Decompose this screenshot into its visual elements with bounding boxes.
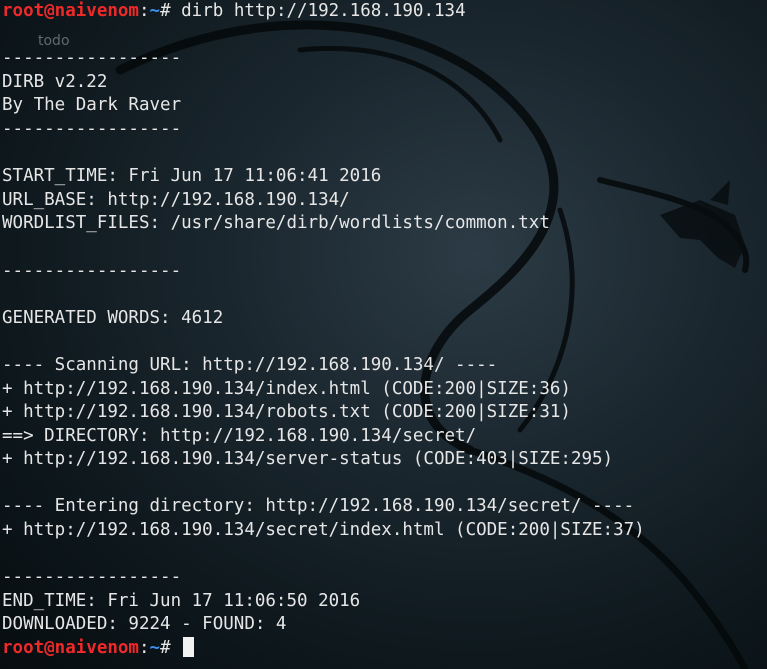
output-line: ==> DIRECTORY: http://192.168.190.134/se…: [2, 425, 477, 446]
output-line: WORDLIST_FILES: /usr/share/dirb/wordlist…: [2, 213, 550, 234]
text-cursor: [183, 637, 195, 658]
terminal-output: root@naivenom:~# dirb http://192.168.190…: [2, 0, 767, 661]
output-line: URL_BASE: http://192.168.190.134/: [2, 189, 350, 210]
output-line: -----------------: [2, 567, 182, 588]
output-line: -----------------: [2, 118, 182, 139]
output-line: ---- Scanning URL: http://192.168.190.13…: [2, 354, 498, 375]
prompt-colon: :: [138, 638, 150, 659]
prompt-user-host: root@naivenom: [2, 1, 139, 21]
output-line: DOWNLOADED: 9224 - FOUND: 4: [2, 614, 287, 635]
output-line: + http://192.168.190.134/index.html (COD…: [2, 378, 571, 399]
prompt-path: ~: [149, 1, 161, 21]
output-line: By The Dark Raver: [2, 95, 182, 116]
output-line: GENERATED WORDS: 4612: [2, 307, 224, 328]
command-text: dirb http://192.168.190.134: [170, 1, 466, 21]
output-line: END_TIME: Fri Jun 17 11:06:50 2016: [2, 590, 361, 611]
output-line: -----------------: [2, 260, 182, 281]
command-input[interactable]: [171, 638, 182, 658]
prompt-path: ~: [149, 638, 161, 659]
output-line: -----------------: [2, 48, 182, 69]
output-line: + http://192.168.190.134/server-status (…: [2, 449, 614, 470]
prompt-symbol: #: [160, 1, 171, 21]
prompt-symbol: #: [160, 638, 171, 659]
output-line: + http://192.168.190.134/robots.txt (COD…: [2, 402, 571, 423]
output-line: DIRB v2.22: [2, 71, 108, 92]
terminal-window[interactable]: todo root@naivenom:~# dirb http://192.16…: [0, 0, 767, 669]
output-line: + http://192.168.190.134/secret/index.ht…: [2, 520, 645, 541]
output-line: START_TIME: Fri Jun 17 11:06:41 2016: [2, 166, 382, 187]
prompt-user-host: root@naivenom: [2, 638, 139, 659]
output-line: ---- Entering directory: http://192.168.…: [2, 496, 635, 517]
prompt-colon: :: [138, 1, 150, 21]
prompt-line[interactable]: root@naivenom:~#: [2, 637, 767, 661]
command-line: root@naivenom:~# dirb http://192.168.190…: [2, 0, 767, 24]
